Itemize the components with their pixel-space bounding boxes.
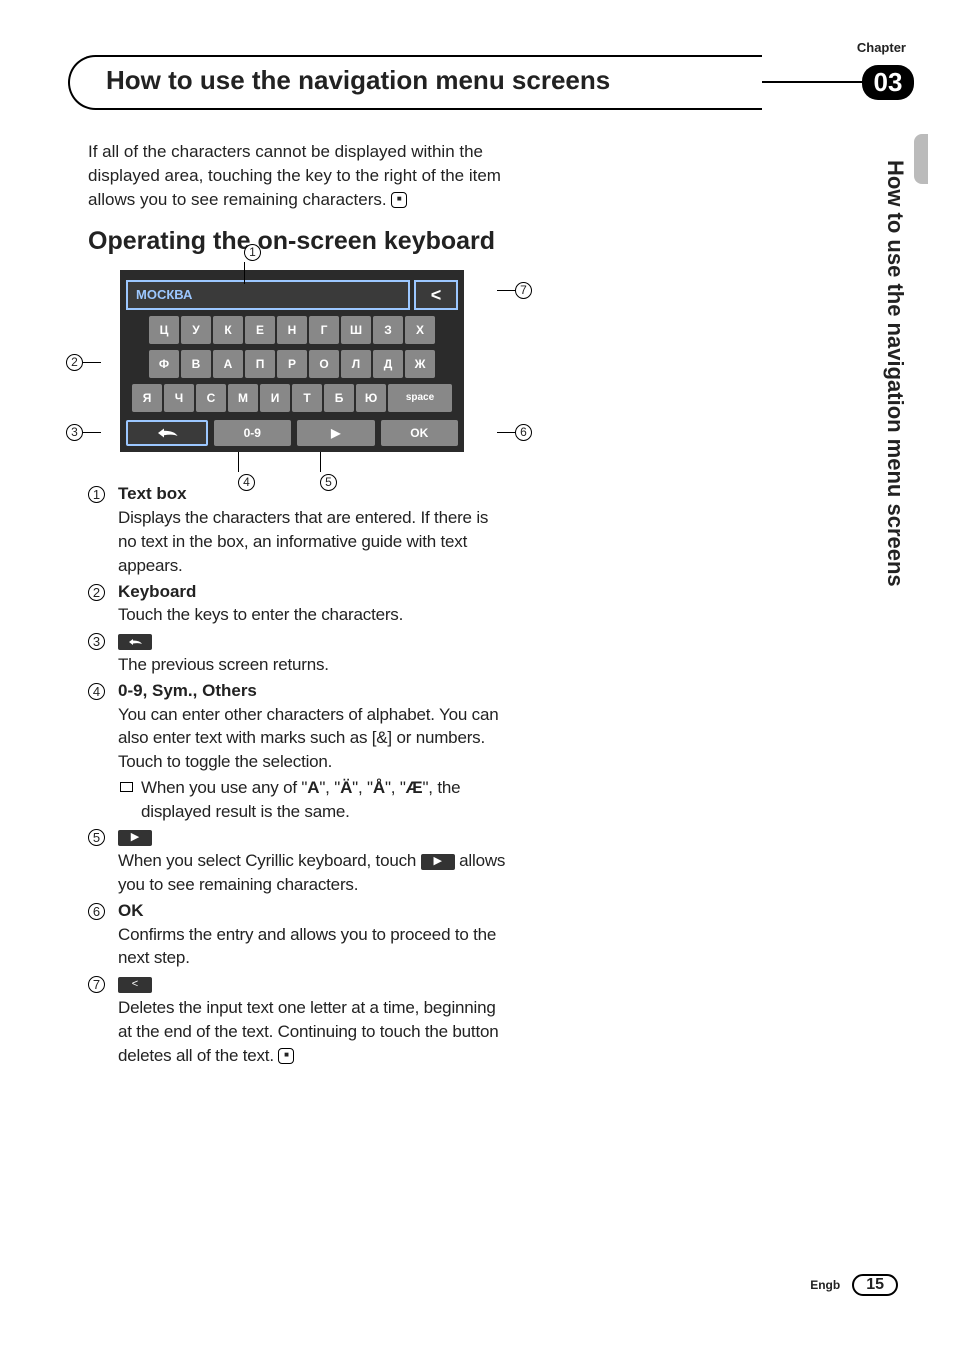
item-number: 3 — [88, 633, 105, 650]
key-О[interactable]: О — [309, 350, 339, 378]
key-Б[interactable]: Б — [324, 384, 354, 412]
key-Ф[interactable]: Ф — [149, 350, 179, 378]
key-И[interactable]: И — [260, 384, 290, 412]
item-title: OK — [118, 899, 508, 923]
list-item: 7 < Deletes the input text one letter at a… — [88, 972, 508, 1067]
more-icon: ▶ — [421, 854, 455, 870]
list-item: 6 OKConfirms the entry and allows you to … — [88, 899, 508, 970]
callout-4: 4 — [238, 474, 255, 491]
side-tab — [914, 134, 928, 184]
note-bullet-icon — [120, 782, 133, 792]
keyboard-diagram: МОСКВА < ЦУКЕНГШЗХ ФВАПРОЛДЖ ЯЧСМИТБЮspa… — [120, 270, 464, 452]
item-number: 6 — [88, 903, 105, 920]
list-item: 3 The previous screen returns. — [88, 629, 508, 677]
callout-2: 2 — [66, 354, 83, 371]
key-З[interactable]: З — [373, 316, 403, 344]
item-desc: The previous screen returns. — [118, 653, 508, 677]
key-Е[interactable]: Е — [245, 316, 275, 344]
key-Р[interactable]: Р — [277, 350, 307, 378]
key-К[interactable]: К — [213, 316, 243, 344]
item-desc: Displays the characters that are entered… — [118, 506, 508, 577]
section-end-icon — [391, 192, 407, 208]
key-М[interactable]: М — [228, 384, 258, 412]
intro-paragraph: If all of the characters cannot be displ… — [88, 140, 508, 211]
key-С[interactable]: С — [196, 384, 226, 412]
item-number: 1 — [88, 486, 105, 503]
section-heading: Operating the on-screen keyboard — [88, 227, 508, 256]
page-number: 15 — [852, 1274, 898, 1296]
list-item: 4 0-9, Sym., OthersYou can enter other ch… — [88, 679, 508, 824]
item-desc: You can enter other characters of alphab… — [118, 703, 508, 774]
item-desc: When you select Cyrillic keyboard, touch… — [118, 849, 508, 897]
item-desc: Touch the keys to enter the characters. — [118, 603, 508, 627]
chapter-number-badge: 03 — [862, 65, 914, 100]
item-title: Keyboard — [118, 580, 508, 604]
key-Ю[interactable]: Ю — [356, 384, 386, 412]
key-Н[interactable]: Н — [277, 316, 307, 344]
key-В[interactable]: В — [181, 350, 211, 378]
key-Т[interactable]: Т — [292, 384, 322, 412]
item-desc: Deletes the input text one letter at a t… — [118, 996, 508, 1067]
ok-button[interactable]: OK — [381, 420, 459, 446]
key-Ж[interactable]: Ж — [405, 350, 435, 378]
delete-button[interactable]: < — [414, 280, 458, 310]
key-Ш[interactable]: Ш — [341, 316, 371, 344]
more-chars-button[interactable]: ▶ — [297, 420, 375, 446]
more-icon: ▶ — [118, 830, 152, 846]
mode-09-button[interactable]: 0-9 — [214, 420, 292, 446]
item-number: 4 — [88, 683, 105, 700]
callout-1: 1 — [244, 244, 261, 261]
item-number: 5 — [88, 829, 105, 846]
page-title: How to use the navigation menu screens — [68, 55, 762, 110]
delete-icon: < — [118, 977, 152, 993]
side-title: How to use the navigation menu screens — [882, 160, 908, 587]
item-number: 7 — [88, 976, 105, 993]
list-item: 1 Text boxDisplays the characters that ar… — [88, 482, 508, 577]
textbox[interactable]: МОСКВА — [126, 280, 410, 310]
language-code: Engb — [810, 1278, 840, 1292]
key-space[interactable]: space — [388, 384, 452, 412]
key-Д[interactable]: Д — [373, 350, 403, 378]
back-icon — [118, 634, 152, 650]
key-А[interactable]: А — [213, 350, 243, 378]
item-number: 2 — [88, 584, 105, 601]
section-end-icon — [278, 1048, 294, 1064]
item-note: When you use any of "A", "Ä", "Å", "Æ", … — [141, 776, 508, 824]
key-Я[interactable]: Я — [132, 384, 162, 412]
list-item: 2 KeyboardTouch the keys to enter the cha… — [88, 580, 508, 628]
title-connector — [762, 81, 862, 83]
item-title: 0-9, Sym., Others — [118, 679, 508, 703]
key-Ц[interactable]: Ц — [149, 316, 179, 344]
back-button[interactable] — [126, 420, 208, 446]
item-desc: Confirms the entry and allows you to pro… — [118, 923, 508, 971]
key-Г[interactable]: Г — [309, 316, 339, 344]
key-Х[interactable]: Х — [405, 316, 435, 344]
list-item: 5▶When you select Cyrillic keyboard, tou… — [88, 825, 508, 896]
chapter-label: Chapter — [68, 40, 914, 55]
key-У[interactable]: У — [181, 316, 211, 344]
callout-3: 3 — [66, 424, 83, 441]
item-title: Text box — [118, 482, 508, 506]
key-Ч[interactable]: Ч — [164, 384, 194, 412]
key-Л[interactable]: Л — [341, 350, 371, 378]
key-П[interactable]: П — [245, 350, 275, 378]
callout-5: 5 — [320, 474, 337, 491]
